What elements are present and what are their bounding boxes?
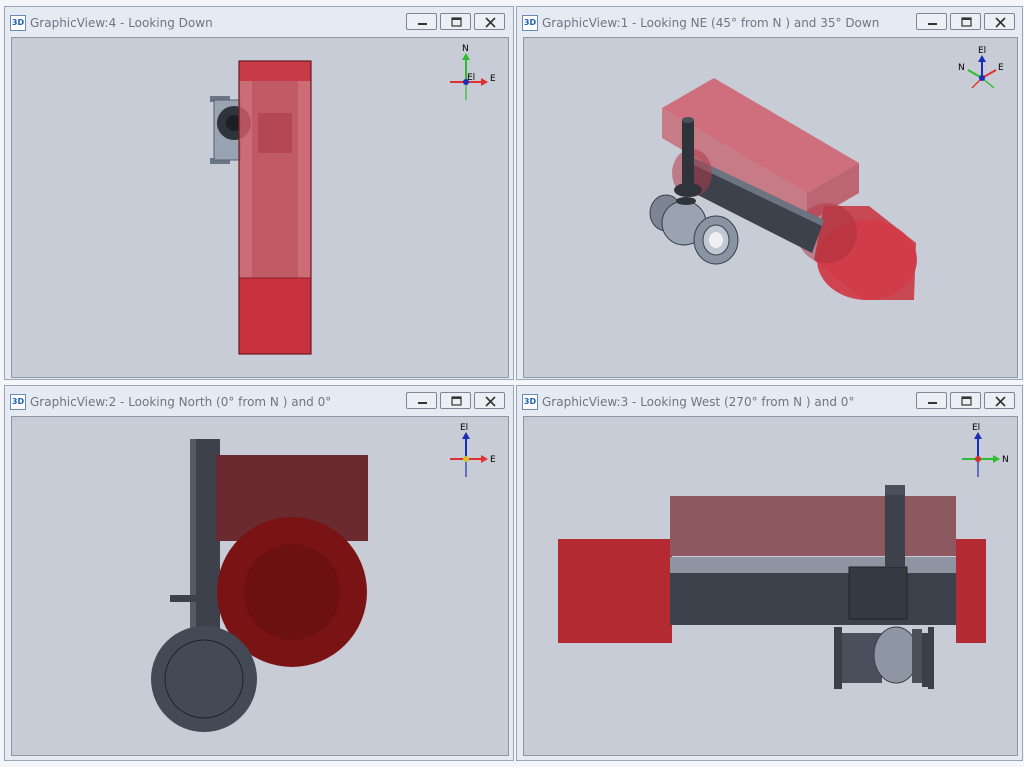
restore-button[interactable] — [440, 13, 471, 30]
north-axis-label: N — [462, 44, 469, 54]
graphic-view-3-titlebar[interactable]: 3D GraphicView:3 - Looking West (270° fr… — [517, 386, 1022, 414]
orientation-triad: N E El — [450, 44, 496, 100]
elevation-axis-label: El — [978, 46, 986, 56]
left-volume-elevation — [558, 539, 672, 643]
east-axis-label: E — [998, 63, 1004, 73]
pipe-highlight — [670, 557, 956, 573]
window-title: GraphicView:4 - Looking Down — [30, 16, 213, 30]
pipe-fitting — [848, 566, 908, 620]
orientation-triad: El E — [450, 423, 496, 477]
close-icon — [485, 396, 496, 407]
graphic-view-4-titlebar[interactable]: 3D GraphicView:4 - Looking Down — [5, 7, 513, 35]
graphic-view-1-viewport[interactable]: El N E — [523, 37, 1018, 378]
cylinder-inner-outline — [244, 544, 340, 640]
branch-stub — [170, 595, 220, 602]
graphic-view-1-window: 3D GraphicView:1 - Looking NE (45° from … — [516, 6, 1023, 380]
minimize-button[interactable] — [406, 13, 437, 30]
3d-view-icon: 3D — [10, 394, 26, 410]
graphic-view-3-window: 3D GraphicView:3 - Looking West (270° fr… — [516, 385, 1023, 761]
minimize-icon — [418, 402, 427, 404]
box-volume-elevation — [670, 496, 956, 556]
elevation-axis-label: El — [460, 423, 468, 433]
valve-side-view — [834, 626, 934, 689]
restore-icon — [451, 17, 462, 27]
close-button[interactable] — [984, 13, 1015, 30]
vertical-pipe-highlight — [190, 439, 196, 659]
minimize-icon — [418, 23, 427, 25]
3d-view-icon: 3D — [522, 394, 538, 410]
3d-view-icon: 3D — [10, 15, 26, 31]
orientation-triad: El N E — [958, 46, 1004, 89]
restore-icon — [961, 17, 972, 27]
north-view-scene — [151, 439, 368, 732]
minimize-icon — [928, 23, 937, 25]
valve-inner-ring — [164, 639, 244, 719]
pipe-volume-top-view — [238, 60, 312, 355]
minimize-button[interactable] — [916, 13, 947, 30]
graphic-view-2-titlebar[interactable]: 3D GraphicView:2 - Looking North (0° fro… — [5, 386, 513, 414]
orientation-triad: El N — [962, 423, 1009, 477]
north-axis-label: N — [1002, 455, 1009, 465]
vertical-pipe-elevation — [885, 485, 905, 567]
graphic-view-3-viewport[interactable]: El N — [523, 416, 1018, 756]
north-axis-label: N — [958, 63, 965, 73]
elevation-axis-label: El — [467, 73, 475, 83]
close-icon — [485, 17, 496, 28]
west-view-scene — [558, 485, 986, 689]
restore-button[interactable] — [950, 13, 981, 30]
east-axis-label: E — [490, 74, 496, 84]
restore-button[interactable] — [440, 392, 471, 409]
graphic-view-2-viewport[interactable]: El E — [11, 416, 509, 756]
close-icon — [995, 396, 1006, 407]
graphic-view-4-window: 3D GraphicView:4 - Looking Down N E El — [4, 6, 514, 380]
restore-button[interactable] — [950, 392, 981, 409]
close-button[interactable] — [984, 392, 1015, 409]
elevation-axis-label: El — [972, 423, 980, 433]
window-title: GraphicView:3 - Looking West (270° from … — [542, 395, 855, 409]
close-button[interactable] — [474, 392, 505, 409]
close-button[interactable] — [474, 13, 505, 30]
plan-view-scene — [210, 60, 312, 355]
isometric-view-scene — [649, 78, 917, 300]
minimize-button[interactable] — [916, 392, 947, 409]
restore-icon — [961, 396, 972, 406]
3d-view-icon: 3D — [522, 15, 538, 31]
graphic-view-1-titlebar[interactable]: 3D GraphicView:1 - Looking NE (45° from … — [517, 7, 1022, 35]
graphic-view-2-window: 3D GraphicView:2 - Looking North (0° fro… — [4, 385, 514, 761]
graphic-view-4-viewport[interactable]: N E El — [11, 37, 509, 378]
close-icon — [995, 17, 1006, 28]
window-title: GraphicView:1 - Looking NE (45° from N )… — [542, 16, 880, 30]
right-volume-elevation — [956, 539, 986, 643]
east-axis-label: E — [490, 455, 496, 465]
restore-icon — [451, 396, 462, 406]
minimize-icon — [928, 402, 937, 404]
minimize-button[interactable] — [406, 392, 437, 409]
vertical-pipe-cap — [885, 485, 905, 495]
window-title: GraphicView:2 - Looking North (0° from N… — [30, 395, 332, 409]
